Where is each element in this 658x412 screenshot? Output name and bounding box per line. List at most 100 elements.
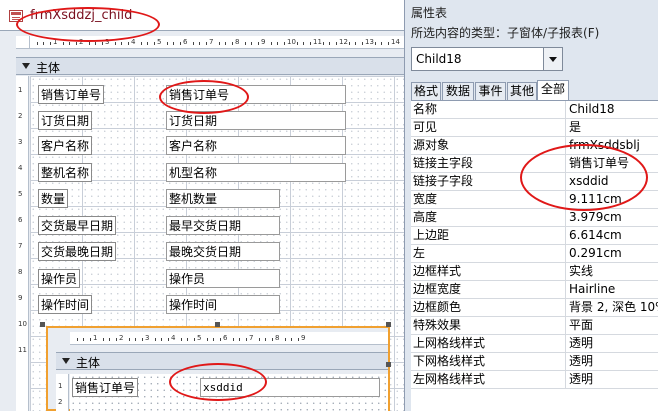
- property-name: 特殊效果: [411, 317, 566, 334]
- ruler-tick: [205, 42, 207, 45]
- property-value[interactable]: 9.111cm: [569, 191, 658, 208]
- property-row[interactable]: 上边距 6.614cm: [411, 227, 658, 245]
- property-value[interactable]: frmXsddsblj: [569, 137, 658, 154]
- property-value[interactable]: 实线: [569, 263, 658, 280]
- resize-handle[interactable]: [386, 322, 391, 327]
- ruler-number: 8: [18, 268, 23, 276]
- property-value[interactable]: 背景 2, 深色 10%: [569, 299, 658, 316]
- property-name: 边框宽度: [411, 281, 566, 298]
- property-row[interactable]: 特殊效果 平面: [411, 317, 658, 335]
- subform-horizontal-ruler: 1 2 3 4 5 6 7 8 9: [70, 332, 388, 345]
- property-row[interactable]: 高度 3.979cm: [411, 209, 658, 227]
- ruler-number: 3: [105, 38, 110, 46]
- textbox-sales-order-no[interactable]: 销售订单号: [166, 85, 346, 104]
- form-design-window: frmXsddzj_child 1 2 3 4 5 6 7 8 9 10 11 12 13 14 1234…: [0, 0, 404, 411]
- textbox-operator[interactable]: 操作员: [166, 269, 280, 288]
- ruler-number: 10: [18, 320, 27, 328]
- subform-detail-section-bar[interactable]: 主体: [56, 352, 388, 370]
- property-row[interactable]: 名称 Child18: [411, 101, 658, 119]
- property-value[interactable]: 透明: [569, 335, 658, 352]
- property-row[interactable]: 源对象 frmXsddsblj: [411, 137, 658, 155]
- property-value[interactable]: 平面: [569, 317, 658, 334]
- ruler-tick: [76, 338, 78, 341]
- tab-data[interactable]: 数据: [442, 82, 474, 100]
- property-row[interactable]: 链接主字段 销售订单号: [411, 155, 658, 173]
- subform-control[interactable]: 123456789 主体 12 销售订单号 xsddid: [46, 326, 390, 411]
- ruler-tick: [49, 42, 51, 45]
- property-value[interactable]: 销售订单号: [569, 155, 658, 172]
- label-machine-name[interactable]: 整机名称: [38, 163, 93, 182]
- ruler-tick: [179, 42, 181, 45]
- label-order-date[interactable]: 订货日期: [38, 111, 93, 130]
- ruler-tick: [329, 42, 330, 45]
- tab-event[interactable]: 事件: [475, 82, 506, 100]
- subform-label-sales-order-no[interactable]: 销售订单号: [72, 378, 139, 397]
- ruler-number: 3: [145, 334, 150, 342]
- property-value[interactable]: Hairline: [569, 281, 658, 298]
- ruler-tick: [127, 42, 129, 45]
- property-value[interactable]: 透明: [569, 353, 658, 370]
- property-row[interactable]: 边框颜色 背景 2, 深色 10%: [411, 299, 658, 317]
- label-sales-order-no[interactable]: 销售订单号: [38, 85, 105, 104]
- property-value[interactable]: 透明: [569, 371, 658, 388]
- property-row[interactable]: 边框样式 实线: [411, 263, 658, 281]
- textbox-customer-name[interactable]: 客户名称: [166, 136, 346, 155]
- label-quantity[interactable]: 数量: [38, 189, 69, 208]
- ruler-tick: [284, 338, 286, 341]
- resize-handle[interactable]: [40, 322, 45, 327]
- property-row[interactable]: 可见是: [411, 119, 658, 137]
- ruler-tick: [270, 42, 272, 45]
- ruler-tick: [153, 42, 155, 45]
- property-value[interactable]: 0.291cm: [569, 245, 658, 262]
- tab-all[interactable]: 全部: [537, 80, 569, 101]
- label-latest-delivery[interactable]: 交货最晚日期: [38, 242, 117, 261]
- label-earliest-delivery[interactable]: 交货最早日期: [38, 216, 117, 235]
- tab-format[interactable]: 格式: [411, 82, 441, 100]
- textbox-quantity[interactable]: 整机数量: [166, 189, 280, 208]
- subform-textbox-xsddid[interactable]: xsddid: [200, 378, 380, 397]
- property-row[interactable]: 左网格线样式 透明: [411, 371, 658, 389]
- ruler-tick: [219, 338, 221, 341]
- ruler-number: 13: [365, 38, 374, 46]
- textbox-earliest-delivery[interactable]: 最早交货日期: [166, 216, 280, 235]
- ruler-tick: [36, 42, 38, 45]
- property-value[interactable]: Child18: [569, 101, 658, 118]
- selection-type-label: 所选内容的类型：子窗体/子报表(F): [411, 26, 600, 40]
- object-selector-dropdown[interactable]: Child18: [411, 47, 563, 71]
- textbox-order-date[interactable]: 订货日期: [166, 111, 346, 130]
- textbox-operation-time[interactable]: 操作时间: [166, 295, 280, 314]
- ruler-tick: [239, 338, 240, 341]
- label-customer-name[interactable]: 客户名称: [38, 136, 93, 155]
- property-row[interactable]: 下网格线样式 透明: [411, 353, 658, 371]
- property-row[interactable]: 宽度 9.111cm: [411, 191, 658, 209]
- property-row[interactable]: 边框宽度 Hairline: [411, 281, 658, 299]
- property-value[interactable]: 3.979cm: [569, 209, 658, 226]
- textbox-model-name[interactable]: 机型名称: [166, 163, 346, 182]
- property-name: 上边距: [411, 227, 566, 244]
- resize-handle[interactable]: [215, 322, 220, 327]
- ruler-tick: [361, 42, 363, 45]
- chevron-down-icon[interactable]: [543, 48, 562, 70]
- ruler-corner[interactable]: [16, 36, 30, 49]
- property-row[interactable]: 上网格线样式 透明: [411, 335, 658, 353]
- label-operator[interactable]: 操作员: [38, 269, 81, 288]
- ruler-number: 9: [18, 294, 23, 302]
- ruler-tick: [374, 42, 376, 45]
- property-row[interactable]: 左 0.291cm: [411, 245, 658, 263]
- ruler-tick: [192, 42, 194, 45]
- ruler-tick: [180, 338, 182, 341]
- form-icon: [9, 10, 23, 22]
- property-row[interactable]: 链接子字段 xsddid: [411, 173, 658, 191]
- property-name: 可见: [411, 119, 566, 136]
- resize-handle[interactable]: [386, 362, 391, 367]
- property-name: 高度: [411, 209, 566, 226]
- label-operation-time[interactable]: 操作时间: [38, 295, 93, 314]
- property-value[interactable]: 6.614cm: [569, 227, 658, 244]
- ruler-tick: [88, 42, 90, 45]
- detail-section-bar[interactable]: 主体: [16, 57, 404, 75]
- property-value[interactable]: 是: [569, 119, 658, 136]
- property-value[interactable]: xsddid: [569, 173, 658, 190]
- textbox-latest-delivery[interactable]: 最晚交货日期: [166, 242, 280, 261]
- tab-other[interactable]: 其他: [507, 82, 537, 100]
- form-titlebar[interactable]: frmXsddzj_child: [0, 0, 404, 31]
